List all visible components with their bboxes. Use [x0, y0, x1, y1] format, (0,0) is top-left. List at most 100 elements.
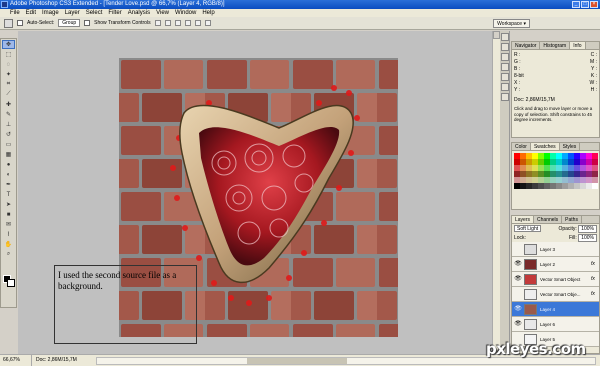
dodge-tool-icon[interactable]: ◐	[2, 170, 15, 179]
gradient-tool-icon[interactable]: ▦	[2, 150, 15, 159]
tool-options-bar: Auto-Select: Group Show Transform Contro…	[0, 17, 600, 30]
tab-swatches[interactable]: Swatches	[530, 143, 560, 150]
photoshop-logo-icon	[1, 1, 8, 8]
align-right-icon[interactable]	[204, 20, 211, 26]
menu-filter[interactable]: Filter	[108, 9, 121, 17]
layer-row[interactable]: 👁 Layer 2 fx	[512, 257, 599, 272]
menu-edit[interactable]: Edit	[26, 9, 36, 17]
swatch-grid[interactable]	[512, 151, 599, 191]
zoom-level[interactable]: 66,67%	[0, 355, 32, 366]
tab-navigator[interactable]: Navigator	[512, 42, 541, 49]
align-middle-icon[interactable]	[164, 20, 171, 26]
brushes-panel-icon[interactable]	[501, 53, 509, 61]
menu-view[interactable]: View	[156, 9, 169, 17]
actions-panel-icon[interactable]	[501, 43, 509, 51]
zoom-tool-icon[interactable]: ⌕	[2, 250, 15, 259]
healing-brush-tool-icon[interactable]: ✚	[2, 100, 15, 109]
visibility-eye-icon[interactable]: 👁	[514, 320, 522, 328]
auto-select-label: Auto-Select:	[27, 20, 55, 26]
visibility-eye-icon[interactable]: 👁	[514, 260, 522, 268]
layer-row[interactable]: 👁 Layer 4	[512, 302, 599, 317]
opacity-input[interactable]: 100%	[578, 224, 597, 233]
eyedropper-tool-icon[interactable]: ⌇	[2, 230, 15, 239]
layer-name: Vector Smart Object	[540, 276, 581, 282]
eraser-tool-icon[interactable]: ▭	[2, 140, 15, 149]
marquee-tool-icon[interactable]: ⬚	[2, 50, 15, 59]
tab-styles[interactable]: Styles	[560, 143, 581, 150]
scroll-thumb[interactable]	[247, 357, 347, 364]
auto-select-dropdown[interactable]: Group	[58, 19, 81, 27]
paragraph-panel-icon[interactable]	[501, 93, 509, 101]
magic-wand-tool-icon[interactable]: ✦	[2, 70, 15, 79]
info-g: G :	[514, 59, 521, 65]
fill-input[interactable]: 100%	[578, 233, 597, 242]
tab-color[interactable]: Color	[512, 143, 531, 150]
menu-bar: File Edit Image Layer Select Filter Anal…	[0, 9, 600, 17]
tab-layers[interactable]: Layers	[512, 216, 535, 223]
menu-help[interactable]: Help	[202, 9, 214, 17]
tab-histogram[interactable]: Histogram	[540, 42, 571, 49]
layer-thumbnail	[524, 243, 537, 255]
visibility-eye-icon[interactable]: 👁	[514, 275, 522, 283]
history-panel-icon[interactable]	[501, 33, 509, 41]
background-color-swatch[interactable]	[7, 279, 15, 287]
slice-tool-icon[interactable]: ⟋	[2, 90, 15, 99]
minimize-button[interactable]: _	[572, 1, 580, 8]
menu-window[interactable]: Window	[175, 9, 196, 17]
close-button[interactable]: ×	[590, 1, 598, 8]
window-title-bar[interactable]: Adobe Photoshop CS3 Extended - [Tender L…	[0, 0, 600, 9]
menu-analysis[interactable]: Analysis	[128, 9, 150, 17]
vertical-scrollbar[interactable]	[492, 31, 500, 354]
auto-select-checkbox[interactable]	[17, 20, 23, 26]
menu-layer[interactable]: Layer	[65, 9, 80, 17]
shape-tool-icon[interactable]: ■	[2, 210, 15, 219]
menu-file[interactable]: File	[10, 9, 20, 17]
fx-icon[interactable]: fx	[591, 261, 599, 267]
blend-mode-dropdown[interactable]: Soft Light	[514, 225, 542, 232]
menu-image[interactable]: Image	[42, 9, 59, 17]
type-tool-icon[interactable]: T	[2, 190, 15, 199]
scroll-up-icon[interactable]	[493, 31, 500, 39]
tab-paths[interactable]: Paths	[562, 216, 582, 223]
brush-tool-icon[interactable]: ✎	[2, 110, 15, 119]
color-swatch[interactable]	[592, 183, 598, 189]
align-top-icon[interactable]	[154, 20, 161, 26]
layer-row[interactable]: 👁 Vector Smart Object fx	[512, 272, 599, 287]
layer-row[interactable]: 👁 Layer 6	[512, 317, 599, 332]
layer-list: Layer 3 👁 Layer 2 fx 👁 Vector Smart Object fx V…	[512, 242, 599, 347]
show-transform-checkbox[interactable]	[84, 20, 91, 26]
align-bottom-icon[interactable]	[174, 20, 181, 26]
notes-tool-icon[interactable]: ✉	[2, 220, 15, 229]
tool-presets-panel-icon[interactable]	[501, 63, 509, 71]
tab-info[interactable]: Info	[570, 42, 586, 49]
visibility-eye-icon[interactable]	[514, 290, 522, 298]
align-center-icon[interactable]	[194, 20, 201, 26]
blur-tool-icon[interactable]: ●	[2, 160, 15, 169]
align-left-icon[interactable]	[184, 20, 191, 26]
layers-panel: Layers Channels Paths Soft Light Opacity…	[511, 215, 600, 354]
layer-row[interactable]: Vector Smart Obje... fx	[512, 287, 599, 302]
fx-icon[interactable]: fx	[591, 291, 599, 297]
menu-select[interactable]: Select	[86, 9, 103, 17]
info-r: R :	[514, 52, 521, 58]
workspace-dropdown[interactable]: Workspace ▾	[493, 19, 530, 28]
pen-tool-icon[interactable]: ✒	[2, 180, 15, 189]
visibility-eye-icon[interactable]: 👁	[514, 305, 522, 313]
layer-comps-panel-icon[interactable]	[501, 73, 509, 81]
path-selection-tool-icon[interactable]: ➤	[2, 200, 15, 209]
doc-size[interactable]: Doc: 2,86M/15,7M	[32, 355, 92, 366]
hand-tool-icon[interactable]: ✋	[2, 240, 15, 249]
layer-row[interactable]: Layer 3	[512, 242, 599, 257]
clone-stamp-tool-icon[interactable]: ⊥	[2, 120, 15, 129]
maximize-button[interactable]: □	[581, 1, 589, 8]
crop-tool-icon[interactable]: ⌗	[2, 80, 15, 89]
lasso-tool-icon[interactable]: ◌	[2, 60, 15, 69]
site-watermark: pxleyes.com	[486, 340, 586, 358]
tab-channels[interactable]: Channels	[534, 216, 563, 223]
history-brush-tool-icon[interactable]: ↺	[2, 130, 15, 139]
visibility-eye-icon[interactable]	[514, 245, 522, 253]
move-tool-preset-icon[interactable]	[4, 18, 13, 28]
character-panel-icon[interactable]	[501, 83, 509, 91]
move-tool-icon[interactable]: ✥	[2, 40, 15, 49]
fx-icon[interactable]: fx	[591, 276, 599, 282]
